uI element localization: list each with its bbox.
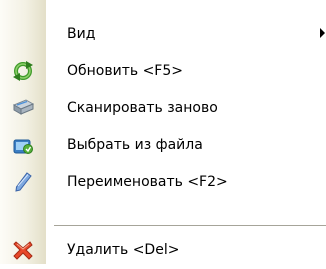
menu-item-rename[interactable]: Переименовать <F2> [0, 163, 326, 201]
open-file-icon [12, 134, 34, 156]
refresh-icon [12, 60, 34, 82]
menu-item-delete[interactable]: Удалить <Del> [0, 231, 326, 269]
menu-item-label: Удалить <Del> [67, 242, 180, 258]
menu-item-label: Переименовать <F2> [67, 174, 228, 190]
submenu-arrow-icon [320, 28, 325, 38]
rename-pen-icon [12, 171, 34, 193]
scanner-icon [12, 97, 35, 119]
menu-item-rescan[interactable]: Сканировать заново [0, 89, 326, 127]
menu-item-view[interactable]: Вид [0, 15, 326, 53]
menu-separator [54, 225, 326, 226]
menu-item-choose-from-file[interactable]: Выбрать из файла [0, 126, 326, 164]
context-menu: Вид Обновить <F5> Сканировать заново Выб… [0, 0, 326, 264]
menu-item-label: Вид [67, 26, 96, 42]
menu-item-label: Обновить <F5> [67, 63, 183, 79]
delete-icon [12, 239, 34, 261]
menu-item-label: Выбрать из файла [67, 137, 203, 153]
menu-item-label: Сканировать заново [67, 100, 218, 116]
menu-item-refresh[interactable]: Обновить <F5> [0, 52, 326, 90]
